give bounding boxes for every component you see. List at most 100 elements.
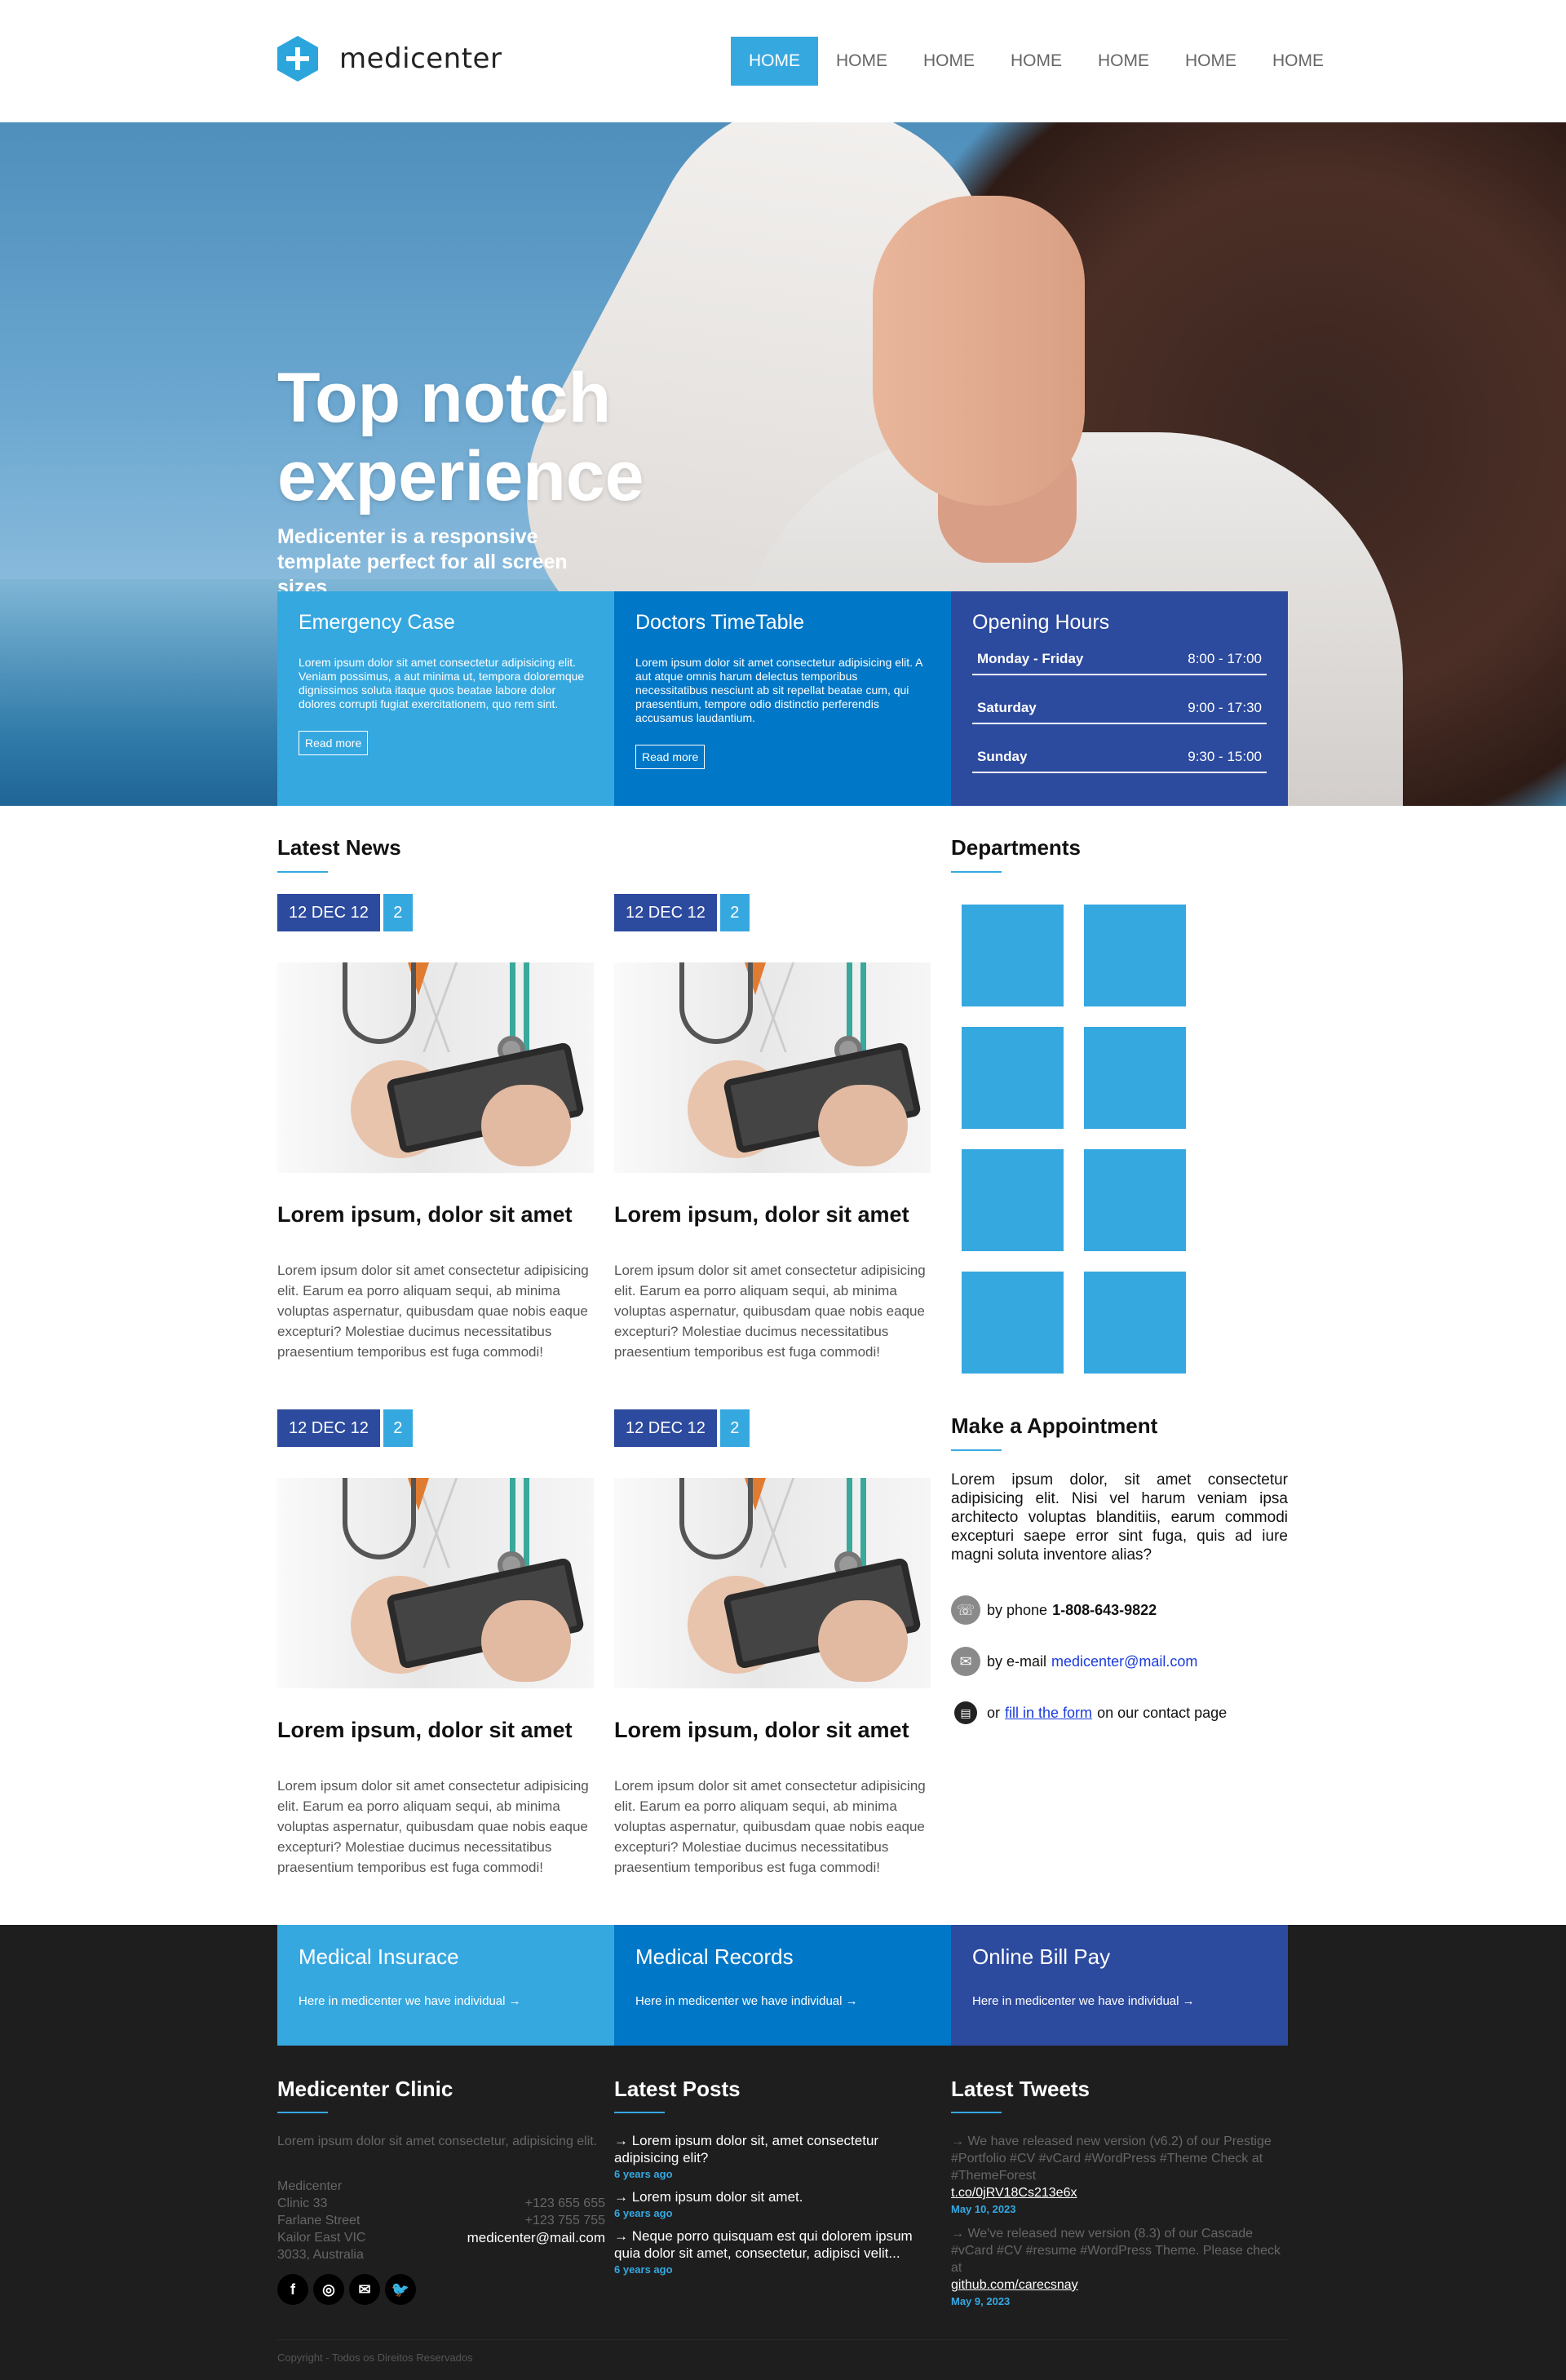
tweet-link[interactable]: t.co/0jRV18Cs213e6x bbox=[951, 2184, 1285, 2201]
nav-item-home[interactable]: HOME bbox=[1254, 37, 1342, 86]
brand-logo[interactable]: medicenter bbox=[277, 36, 502, 82]
tweet-text: → We've released new version (8.3) of ou… bbox=[951, 2227, 1281, 2275]
box-link[interactable]: Here in medicenter we have individual → bbox=[299, 1994, 593, 2008]
post-link[interactable]: → Neque porro quisquam est qui dolorem i… bbox=[614, 2227, 940, 2262]
social-links: f ◎ ✉ 🐦 bbox=[277, 2274, 421, 2305]
box-link[interactable]: Here in medicenter we have individual → bbox=[972, 1994, 1267, 2008]
news-image-doctor-tablet[interactable] bbox=[614, 1478, 931, 1688]
site-header: medicenter HOME HOME HOME HOME HOME HOME… bbox=[0, 0, 1566, 122]
facebook-icon[interactable]: f bbox=[277, 2274, 308, 2305]
news-image-doctor-tablet[interactable] bbox=[277, 962, 594, 1173]
read-more-button[interactable]: Read more bbox=[299, 731, 369, 755]
tweet-link[interactable]: github.com/carecsnay bbox=[951, 2276, 1285, 2294]
twitter-icon[interactable]: 🐦 bbox=[385, 2274, 416, 2305]
emergency-case-box: Emergency Case Lorem ipsum dolor sit ame… bbox=[277, 591, 614, 806]
department-tile[interactable] bbox=[962, 1149, 1064, 1251]
nav-item-home[interactable]: HOME bbox=[905, 37, 993, 86]
hours-day: Sunday bbox=[977, 749, 1028, 764]
clinic-email[interactable]: medicenter@mail.com bbox=[440, 2229, 605, 2246]
email-link[interactable]: medicenter@mail.com bbox=[1051, 1653, 1197, 1670]
news-title[interactable]: Lorem ipsum, dolor sit amet bbox=[614, 1718, 931, 1743]
nav-item-home[interactable]: HOME bbox=[1080, 37, 1167, 86]
email-icon[interactable]: ✉ bbox=[349, 2274, 380, 2305]
medical-insurance-box[interactable]: Medical Insurace Here in medicenter we h… bbox=[277, 1925, 614, 2046]
department-tile[interactable] bbox=[1084, 1027, 1186, 1129]
medical-records-box[interactable]: Medical Records Here in medicenter we ha… bbox=[614, 1925, 951, 2046]
nav-item-home[interactable]: HOME bbox=[731, 37, 818, 86]
news-title[interactable]: Lorem ipsum, dolor sit amet bbox=[277, 1202, 594, 1228]
latest-posts-heading: Latest Posts bbox=[614, 2077, 741, 2101]
news-date: 12 DEC 12 bbox=[614, 1409, 717, 1447]
nav-item-home[interactable]: HOME bbox=[993, 37, 1080, 86]
clinic-phone[interactable]: +123 755 755 bbox=[440, 2212, 605, 2229]
hours-row: Sunday 9:30 - 15:00 bbox=[972, 741, 1267, 773]
tweet-date: May 10, 2023 bbox=[951, 2203, 1016, 2215]
tweet-date: May 9, 2023 bbox=[951, 2295, 1011, 2307]
department-tile[interactable] bbox=[962, 1272, 1064, 1374]
news-image-doctor-tablet[interactable] bbox=[277, 1478, 594, 1688]
news-title[interactable]: Lorem ipsum, dolor sit amet bbox=[277, 1718, 594, 1743]
box-link[interactable]: Here in medicenter we have individual → bbox=[635, 1994, 930, 2008]
news-excerpt: Lorem ipsum dolor sit amet consectetur a… bbox=[614, 1263, 926, 1360]
clinic-address: Medicenter Clinic 33 Farlane Street Kail… bbox=[277, 2178, 440, 2263]
news-excerpt: Lorem ipsum dolor sit amet consectetur a… bbox=[614, 1778, 926, 1875]
heading-underline bbox=[277, 2112, 328, 2113]
clinic-intro: Lorem ipsum dolor sit amet consectetur, … bbox=[277, 2134, 598, 2148]
box-title: Emergency Case bbox=[299, 611, 455, 634]
hours-row: Saturday 9:00 - 17:30 bbox=[972, 692, 1267, 724]
post-link[interactable]: → Lorem ipsum dolor sit amet. bbox=[614, 2188, 940, 2205]
date-badge: 12 DEC 12 2 bbox=[614, 894, 931, 931]
form-suffix: on our contact page bbox=[1097, 1704, 1228, 1721]
news-excerpt: Lorem ipsum dolor sit amet consectetur a… bbox=[277, 1263, 589, 1360]
post-age: 6 years ago bbox=[614, 2263, 673, 2276]
heading-underline bbox=[614, 2112, 665, 2113]
hero-photo-face bbox=[873, 196, 1085, 506]
department-tile[interactable] bbox=[1084, 1272, 1186, 1374]
nav-item-home[interactable]: HOME bbox=[1167, 37, 1254, 86]
address-line: Clinic 33 bbox=[277, 2196, 328, 2210]
department-tile[interactable] bbox=[1084, 1149, 1186, 1251]
email-label: by e-mail bbox=[987, 1652, 1047, 1670]
post-link[interactable]: → Lorem ipsum dolor sit, amet consectetu… bbox=[614, 2132, 940, 2166]
comment-count[interactable]: 2 bbox=[719, 894, 750, 931]
brand-name: medicenter bbox=[339, 42, 502, 75]
news-date: 12 DEC 12 bbox=[277, 894, 380, 931]
news-card[interactable]: 12 DEC 12 2 Lorem ipsum, dolor sit amet … bbox=[614, 894, 931, 1362]
address-line: Farlane Street bbox=[277, 2214, 361, 2227]
news-card[interactable]: 12 DEC 12 2 Lorem ipsum, dolor sit amet … bbox=[277, 1409, 594, 1878]
online-bill-pay-box[interactable]: Online Bill Pay Here in medicenter we ha… bbox=[951, 1925, 1288, 2046]
news-card[interactable]: 12 DEC 12 2 Lorem ipsum, dolor sit amet … bbox=[614, 1409, 931, 1878]
news-title[interactable]: Lorem ipsum, dolor sit amet bbox=[614, 1202, 931, 1228]
clinic-phone[interactable]: +123 655 655 bbox=[440, 2195, 605, 2212]
comment-count[interactable]: 2 bbox=[383, 1409, 413, 1447]
department-tile[interactable] bbox=[1084, 905, 1186, 1006]
doctors-timetable-box: Doctors TimeTable Lorem ipsum dolor sit … bbox=[614, 591, 951, 806]
department-tile[interactable] bbox=[962, 905, 1064, 1006]
read-more-button[interactable]: Read more bbox=[635, 745, 706, 769]
post-age: 6 years ago bbox=[614, 2168, 673, 2180]
fill-form-link[interactable]: fill in the form bbox=[1005, 1705, 1092, 1722]
comment-count[interactable]: 2 bbox=[383, 894, 413, 931]
box-title: Doctors TimeTable bbox=[635, 611, 805, 634]
comment-count[interactable]: 2 bbox=[719, 1409, 750, 1447]
box-text: Lorem ipsum dolor sit amet consectetur a… bbox=[635, 656, 922, 724]
news-card[interactable]: 12 DEC 12 2 Lorem ipsum, dolor sit amet … bbox=[277, 894, 594, 1362]
address-line: Medicenter bbox=[277, 2179, 343, 2193]
phone-label: by phone bbox=[987, 1601, 1048, 1618]
news-image-doctor-tablet[interactable] bbox=[614, 962, 931, 1173]
clinic-phones: +123 655 655 +123 755 755 medicenter@mai… bbox=[440, 2195, 605, 2246]
hours-row: Monday - Friday 8:00 - 17:00 bbox=[972, 643, 1267, 675]
department-tile[interactable] bbox=[962, 1027, 1064, 1129]
footer-divider bbox=[277, 2339, 1289, 2340]
heading-underline bbox=[277, 871, 328, 873]
heading-underline bbox=[951, 1449, 1002, 1451]
contact-phone: ☏ by phone 1-808-643-9822 bbox=[951, 1595, 1157, 1625]
latest-news-heading: Latest News bbox=[277, 835, 401, 860]
address-line: 3033, Australia bbox=[277, 2248, 364, 2262]
hours-time: 9:30 - 15:00 bbox=[1188, 749, 1262, 764]
instagram-icon[interactable]: ◎ bbox=[313, 2274, 344, 2305]
phone-number[interactable]: 1-808-643-9822 bbox=[1052, 1602, 1157, 1619]
box-title: Online Bill Pay bbox=[972, 1944, 1111, 1969]
date-badge: 12 DEC 12 2 bbox=[277, 894, 594, 931]
nav-item-home[interactable]: HOME bbox=[818, 37, 905, 86]
